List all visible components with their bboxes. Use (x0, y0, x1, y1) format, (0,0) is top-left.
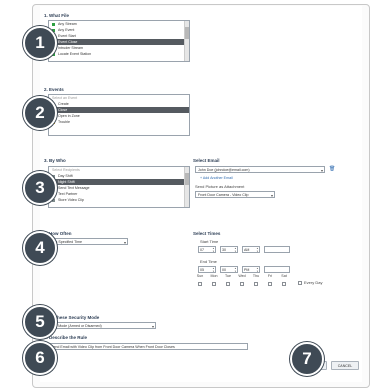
recipients-list[interactable]: Select Recipients Day Shift Night Shift Se… (48, 166, 190, 208)
day-checkbox[interactable] (226, 282, 230, 286)
end-ampm-spinner[interactable]: PM ▴ ▾ (242, 266, 260, 273)
section-title-describe: 6. Describe the Rule (44, 335, 88, 340)
what-file-item-label: Locate Event Station (58, 52, 92, 56)
events-list[interactable]: Select an Event Create Close Open in Zone T… (48, 94, 190, 136)
rule-editor-form: 1. What File Any Stream Any Event Event St… (40, 6, 362, 382)
day-checkbox[interactable] (240, 282, 244, 286)
day-label: Fri (267, 274, 273, 278)
day-checkbox[interactable] (198, 282, 202, 286)
recipient-item[interactable]: Store Video Clip (49, 197, 189, 203)
email-select[interactable]: John Doe (johndoe@email.com) ▾ (195, 166, 325, 173)
day-checkbox[interactable] (268, 282, 272, 286)
callout-badge-1: 1 (23, 26, 57, 60)
cancel-button[interactable]: CANCEL (331, 361, 359, 370)
start-extra-field[interactable] (264, 246, 290, 253)
callout-badge-3: 3 (23, 171, 57, 205)
select-times-title: Select Times (193, 231, 221, 236)
every-day-label: Every Day (304, 280, 323, 285)
what-file-list[interactable]: Any Stream Any Event Event Start Event Clos… (48, 20, 190, 62)
day-label: Wed (238, 274, 246, 278)
day-checkbox[interactable] (254, 282, 258, 286)
end-time-label: End Time (200, 259, 217, 264)
recipient-item-label: Store Video Clip (58, 198, 84, 202)
day-label: Sun (196, 274, 204, 278)
day-label: Mon (210, 274, 218, 278)
start-time-label: Start Time (200, 239, 219, 244)
attachment-select[interactable]: Front Door Camera - Video Clip ▾ (195, 191, 275, 198)
frequency-select[interactable]: At a Specified Time ▾ (48, 238, 128, 245)
callout-badge-5: 5 (23, 305, 57, 339)
callout-badge-4: 4 (23, 231, 57, 265)
event-item[interactable]: Trouble (49, 119, 189, 125)
start-ampm-spinner[interactable]: AM ▴ ▾ (242, 246, 260, 253)
chevron-down-icon: ▾ (320, 168, 323, 173)
rule-description-input[interactable]: Send Email with Video Clip from Front Do… (48, 343, 248, 350)
end-hour-spinner[interactable]: 05 ▴ ▾ (198, 266, 216, 273)
day-checkbox[interactable] (282, 282, 286, 286)
section-title-events: 2. Events (44, 87, 64, 92)
security-mode-value: Any Mode (Armed or Disarmed) (51, 324, 102, 328)
end-minute-spinner[interactable]: 00 ▴ ▾ (220, 266, 238, 273)
chevron-down-icon: ▾ (123, 240, 126, 245)
start-minute-spinner[interactable]: 30 ▴ ▾ (220, 246, 238, 253)
start-hour-spinner[interactable]: 07 ▴ ▾ (198, 246, 216, 253)
day-checkbox[interactable] (212, 282, 216, 286)
security-mode-select[interactable]: Any Mode (Armed or Disarmed) ▾ (48, 322, 156, 329)
add-email-link[interactable]: + Add Another Email (200, 176, 233, 180)
rule-description-value: Send Email with Video Clip from Front Do… (51, 345, 175, 349)
attachment-select-value: Front Door Camera - Video Clip (198, 193, 249, 197)
day-label: Sat (281, 274, 287, 278)
delete-email-icon[interactable]: 🗑 (329, 166, 335, 172)
day-label: Thu (252, 274, 260, 278)
callout-badge-7: 7 (290, 342, 324, 376)
chevron-down-icon: ▾ (270, 193, 273, 198)
end-extra-field[interactable] (264, 266, 290, 273)
select-email-title: Select Email (193, 158, 220, 163)
attach-label: Send Picture as Attachment (195, 184, 245, 189)
every-day-checkbox[interactable] (298, 281, 302, 285)
callout-badge-2: 2 (23, 96, 57, 130)
day-label: Tue (224, 274, 232, 278)
callout-badge-6: 6 (23, 341, 57, 375)
recipients-scrollbar[interactable] (184, 167, 189, 207)
chevron-down-icon: ▾ (151, 324, 154, 329)
event-item-label: Trouble (58, 120, 71, 124)
section-title-what-file: 1. What File (44, 13, 70, 18)
status-dot-icon (52, 22, 55, 26)
email-select-value: John Doe (johndoe@email.com) (198, 168, 250, 172)
section-title-by-who: 3. By Who (44, 158, 66, 163)
what-file-scrollbar[interactable] (184, 21, 189, 61)
what-file-item[interactable]: Locate Event Station (49, 51, 189, 57)
